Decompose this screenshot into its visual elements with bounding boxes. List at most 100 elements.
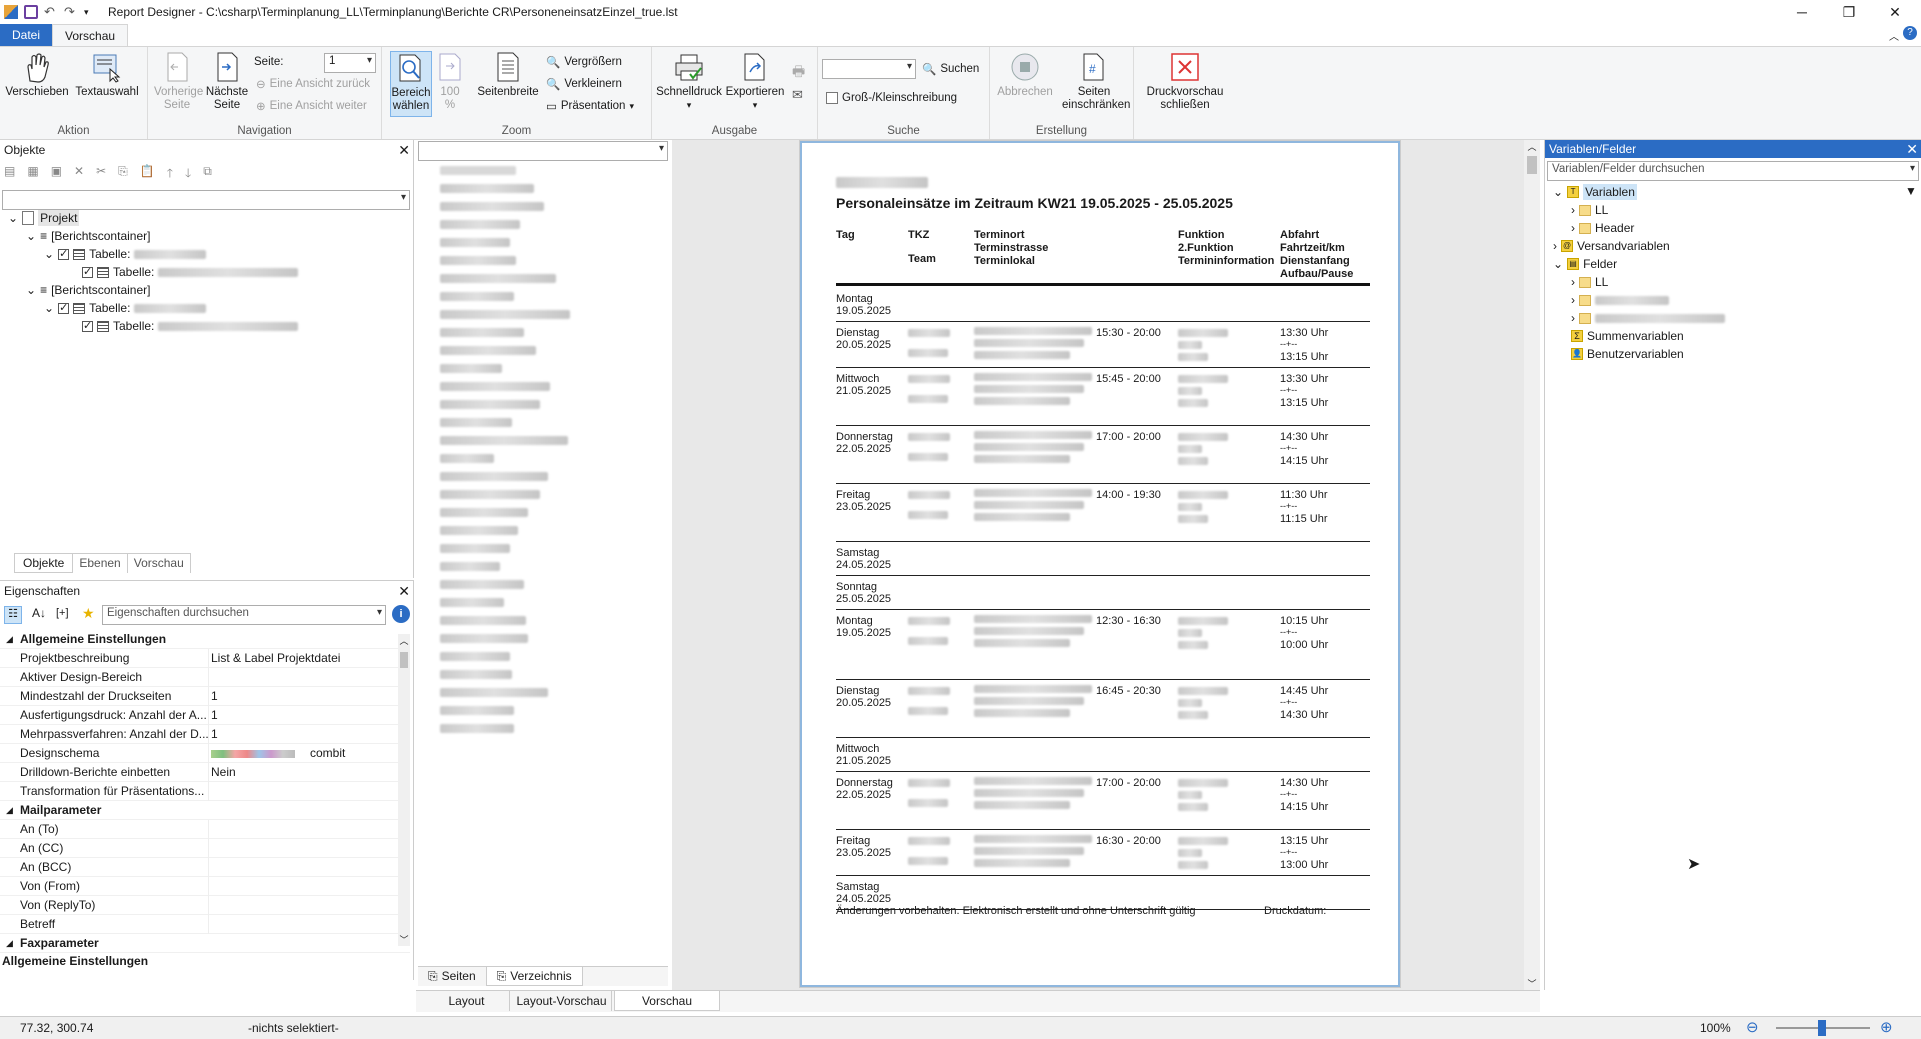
blurred-list-item[interactable] [440, 184, 534, 193]
tree-node-felder[interactable]: ⌄ ▤ Felder [1553, 256, 1617, 272]
tree-node-benutzervariablen[interactable]: 👤 Benutzervariablen [1571, 346, 1684, 362]
schnelldruck-button[interactable]: Schnelldruck ▾ [656, 51, 722, 112]
property-row[interactable]: An (To) [0, 820, 410, 839]
blurred-list-item[interactable] [440, 274, 556, 283]
seite-combo[interactable]: 1 [324, 53, 376, 73]
blurred-list-item[interactable] [440, 652, 510, 661]
tree-node-summenvariablen[interactable]: Σ Summenvariablen [1571, 328, 1684, 344]
collapse-icon[interactable]: ⌄ [26, 282, 36, 298]
expand-icon[interactable]: › [1571, 202, 1575, 218]
eigenschaften-search-input[interactable]: Eigenschaften durchsuchen [102, 605, 386, 625]
blurred-list-item[interactable] [440, 382, 550, 391]
tab-vorschau[interactable]: Vorschau [52, 24, 129, 46]
blurred-list-item[interactable] [440, 328, 524, 337]
property-scrollbar[interactable]: ︿ ﹀ [398, 634, 410, 946]
property-row[interactable]: Mehrpassverfahren: Anzahl der D... 1 [0, 725, 410, 744]
section-toggle-icon[interactable]: ◢ [6, 934, 13, 953]
blurred-list-item[interactable] [440, 616, 526, 625]
sort-az-icon[interactable]: A↓ [32, 606, 46, 620]
property-row[interactable]: Projektbeschreibung List & Label Projektd… [0, 649, 410, 668]
blurred-list-item[interactable] [440, 724, 514, 733]
blurred-list-item[interactable] [440, 310, 570, 319]
scroll-down-icon[interactable]: ﹀ [1524, 977, 1540, 990]
property-row[interactable]: An (BCC) [0, 858, 410, 877]
property-row[interactable]: Drilldown-Berichte einbetten Nein [0, 763, 410, 782]
tree-node-ll[interactable]: › LL [1571, 202, 1608, 218]
print-small-icon[interactable]: 🖶 [792, 61, 805, 85]
property-row[interactable]: An (CC) [0, 839, 410, 858]
property-row[interactable]: Mindestzahl der Druckseiten 1 [0, 687, 410, 706]
blurred-list-item[interactable] [440, 238, 510, 247]
tree-node-felder-blurred-1[interactable]: › [1571, 292, 1669, 308]
vergroessern-button[interactable]: 🔍 Vergrößern [546, 53, 622, 71]
checkbox[interactable] [82, 264, 93, 280]
property-row[interactable]: Designschema combit [0, 744, 410, 763]
categorized-icon[interactable]: ☷ [4, 606, 22, 624]
group-icon[interactable]: ▦ [27, 164, 38, 180]
delete-icon[interactable]: ✕ [74, 164, 84, 180]
expand-collapse-icon[interactable]: [+] [56, 607, 69, 619]
redo-icon[interactable]: ↷ [64, 5, 78, 19]
expand-icon[interactable]: › [1571, 310, 1575, 326]
scroll-thumb[interactable] [400, 652, 408, 668]
suchen-button[interactable]: 🔍 Suchen [922, 60, 979, 78]
collapse-icon[interactable]: ⌄ [8, 210, 18, 226]
verkleinern-button[interactable]: 🔍 Verkleinern [546, 75, 622, 93]
properties-icon[interactable]: ▣ [51, 164, 62, 180]
objekte-filter-combo[interactable] [2, 190, 410, 210]
blurred-list-item[interactable] [440, 544, 510, 553]
tree-node-tabelle-2-sub[interactable]: Tabelle: [82, 318, 299, 334]
tree-node-berichtscontainer-2[interactable]: ⌄ ≡ [Berichtscontainer] [26, 282, 150, 298]
undo-icon[interactable]: ↶ [44, 5, 58, 19]
help-icon[interactable]: ? [1903, 26, 1917, 40]
zoom-in-button[interactable]: ⊕ [1880, 1018, 1893, 1036]
blurred-list-item[interactable] [440, 436, 568, 445]
scroll-up-icon[interactable]: ︿ [1524, 140, 1540, 153]
tree-node-felder-blurred-2[interactable]: › [1571, 310, 1725, 326]
blurred-list-item[interactable] [440, 202, 544, 211]
gross-klein-checkbox[interactable]: Groß-/Kleinschreibung [826, 89, 957, 107]
vorherige-seite-button[interactable]: Vorherige Seite [152, 51, 203, 112]
checkbox[interactable] [58, 246, 70, 262]
restore-button[interactable]: ❐ [1826, 0, 1872, 24]
move-up-icon[interactable]: 🡑 [167, 164, 173, 180]
move-down-icon[interactable]: 🡓 [185, 164, 191, 180]
section-toggle-icon[interactable]: ◢ [6, 801, 13, 820]
tab-vorschau-bottom[interactable]: Vorschau [614, 991, 720, 1011]
customize-qat-icon[interactable]: ▾ [84, 5, 98, 19]
collapse-icon[interactable]: ⌄ [1553, 184, 1563, 200]
property-row[interactable]: Aktiver Design-Bereich [0, 668, 410, 687]
ansicht-zurueck-button[interactable]: ⊖ Eine Ansicht zurück [256, 75, 370, 93]
save-icon[interactable] [24, 5, 38, 19]
tree-node-tabelle-2[interactable]: ⌄Tabelle: [44, 300, 207, 316]
property-value[interactable]: Nein [211, 763, 236, 782]
search-combo[interactable] [822, 59, 916, 79]
blurred-list-item[interactable] [440, 562, 500, 571]
druckvorschau-schliessen-button[interactable]: Druckvorschau schließen [1140, 51, 1230, 112]
property-row[interactable]: Betreff [0, 915, 410, 934]
tree-node-versandvariablen[interactable]: › @ Versandvariablen [1553, 238, 1670, 254]
zoom-100-button[interactable]: 100 % [434, 51, 466, 112]
property-value[interactable]: 1 [211, 706, 218, 725]
new-object-icon[interactable]: ▤ [4, 164, 15, 180]
naechste-seite-button[interactable]: Nächste Seite [204, 51, 250, 112]
praesentation-button[interactable]: ▭ Präsentation ▾ [546, 97, 634, 115]
zoom-out-button[interactable]: ⊖ [1746, 1018, 1759, 1036]
blurred-list-item[interactable] [440, 634, 528, 643]
layout-icon[interactable]: ⧉ [203, 164, 212, 180]
scroll-thumb[interactable] [1527, 156, 1537, 174]
property-row[interactable]: Von (From) [0, 877, 410, 896]
tab-datei[interactable]: Datei [0, 24, 53, 46]
blurred-list-item[interactable] [440, 454, 494, 463]
tree-node-tabelle-sub[interactable]: Tabelle: [82, 264, 299, 280]
tab-ebenen[interactable]: Ebenen [73, 554, 128, 573]
textauswahl-button[interactable]: Textauswahl [72, 51, 142, 99]
close-icon[interactable]: ✕ [1906, 140, 1918, 158]
blurred-list-item[interactable] [440, 670, 512, 679]
close-window-button[interactable]: ✕ [1872, 0, 1918, 24]
property-row[interactable]: Ausfertigungsdruck: Anzahl der A... 1 [0, 706, 410, 725]
tab-layout-vorschau[interactable]: Layout-Vorschau [512, 991, 612, 1011]
close-icon[interactable]: ✕ [398, 140, 410, 160]
preview-scrollbar[interactable]: ︿ ﹀ [1524, 140, 1540, 990]
scroll-down-icon[interactable]: ﹀ [398, 933, 410, 946]
